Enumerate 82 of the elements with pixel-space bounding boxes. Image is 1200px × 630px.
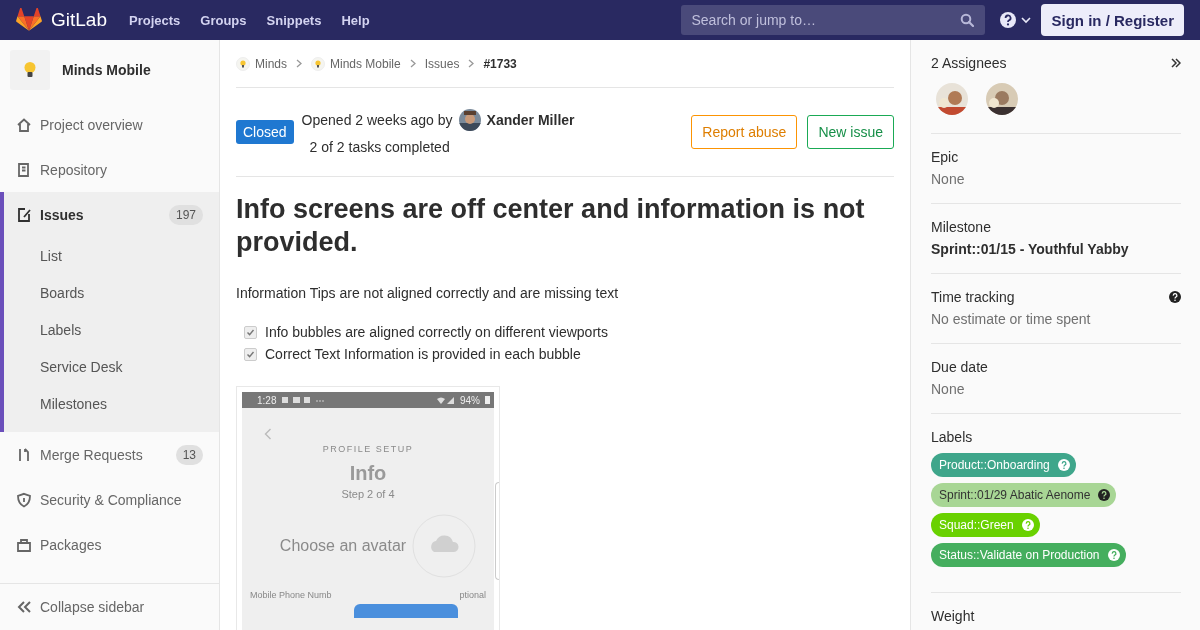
sidebar-item[interactable]: Packages — [0, 522, 219, 567]
phone-step: Step 2 of 4 — [341, 488, 395, 500]
assignees-title: 2 Assignees — [931, 55, 1007, 71]
brand-link[interactable]: GitLab — [51, 9, 107, 31]
section-title: Weight — [931, 608, 975, 624]
breadcrumb-link[interactable]: Minds — [255, 56, 287, 71]
section-value: No estimate or time spent — [931, 311, 1092, 327]
task-text: Correct Text Information is provided in each bubble — [265, 346, 581, 362]
merge-icon — [16, 446, 32, 463]
clock-text: 1:28 — [257, 394, 277, 406]
phone-heading: Info — [349, 462, 387, 485]
status-badge: Closed — [236, 120, 294, 144]
help-icon[interactable] — [1169, 291, 1181, 303]
help-icon[interactable] — [1098, 489, 1111, 501]
opened-text: Opened 2 weeks ago by — [301, 112, 453, 128]
section-title: Due date — [931, 359, 988, 375]
help-dropdown[interactable] — [999, 11, 1034, 29]
sidebar-item[interactable]: Repository — [0, 147, 219, 192]
section-title: Milestone — [931, 219, 991, 235]
section-value: None — [931, 381, 966, 397]
search-icon — [960, 13, 975, 27]
search-field[interactable]: Search or jump to… — [681, 5, 986, 35]
bulb-avatar-icon — [10, 50, 50, 90]
check-icon — [246, 327, 255, 337]
shield-icon — [16, 491, 32, 508]
milestone-link[interactable]: Sprint::01/15 - Youthful Yabby — [931, 241, 1181, 257]
sidebar-subitem[interactable]: Labels — [0, 311, 219, 348]
sidebar-item[interactable]: Issues 197 — [0, 192, 219, 237]
chevron-icon — [409, 59, 416, 68]
phone-eyebrow: PROFILE SETUP — [322, 444, 414, 454]
nav-link[interactable]: Snippets — [266, 12, 322, 28]
task-text: Info bubbles are aligned correctly on different viewports — [265, 324, 608, 340]
issue-description: Information Tips are not aligned correctly and are missing text — [236, 285, 620, 301]
issue-icon — [16, 206, 32, 223]
nav-link[interactable]: Groups — [200, 12, 247, 28]
new-issue-button[interactable]: New issue — [807, 115, 894, 149]
bulb-avatar-icon — [311, 56, 325, 71]
check-icon — [246, 349, 255, 359]
attached-screenshot[interactable]: 1:28 94% PROFILE SETUP Info Step 2 of 4 Choose an avatar Mobile Phone Numb ptional — [236, 386, 500, 630]
notification-icons — [281, 396, 326, 404]
signal-icon — [437, 396, 455, 404]
project-name[interactable]: Minds Mobile — [62, 62, 151, 78]
sign-in-button[interactable]: Sign in / Register — [1041, 4, 1184, 36]
nav-link[interactable]: Help — [341, 12, 370, 28]
book-icon — [16, 161, 32, 178]
phone-field-hint: ptional — [459, 590, 486, 600]
label-tag[interactable]: Sprint::01/29 Abatic Aenome — [931, 483, 1117, 507]
task-checkbox[interactable] — [244, 325, 257, 339]
count-badge: 197 — [168, 204, 203, 225]
chevron-icon — [296, 59, 302, 68]
fox-logo-icon[interactable] — [16, 8, 42, 32]
home-icon — [16, 116, 32, 133]
battery-icon — [485, 396, 490, 404]
breadcrumb-current[interactable]: #1733 — [483, 56, 517, 71]
breadcrumb-link[interactable]: Issues — [424, 56, 460, 71]
double-chevron-icon — [16, 600, 32, 614]
task-checkbox[interactable] — [244, 347, 257, 361]
sidebar-item[interactable]: Security & Compliance — [0, 477, 219, 522]
sidebar-subitem[interactable]: Boards — [0, 274, 219, 311]
sidebar-subitem[interactable]: Milestones — [0, 385, 219, 422]
sidebar-subitem[interactable]: List — [0, 237, 219, 274]
phone-field-label: Mobile Phone Numb — [250, 590, 332, 600]
sidebar-item[interactable]: Project overview — [0, 102, 219, 147]
issue-title: Info screens are off center and information is not provided. — [236, 193, 866, 259]
chevron-icon — [468, 59, 475, 68]
nav-link[interactable]: Projects — [129, 12, 181, 28]
section-title: Time tracking — [931, 289, 1015, 305]
bulb-avatar-icon — [236, 56, 250, 71]
section-title: Labels — [931, 429, 973, 445]
battery-text: 94% — [460, 394, 480, 406]
tasks-summary: 2 of 2 tasks completed — [308, 139, 451, 155]
sidebar-item[interactable]: Merge Requests 13 — [0, 432, 219, 477]
count-badge: 13 — [175, 444, 203, 465]
package-icon — [16, 536, 32, 553]
section-title: Epic — [931, 149, 959, 165]
phone-avatar-prompt: Choose an avatar — [279, 537, 407, 555]
expand-icon[interactable] — [1171, 58, 1181, 68]
author-link[interactable]: Xander Miller — [486, 112, 575, 128]
section-value: None — [931, 171, 966, 187]
breadcrumb-link[interactable]: Minds Mobile — [330, 56, 401, 71]
sidebar-subitem[interactable]: Service Desk — [0, 348, 219, 385]
upload-cloud-icon — [412, 514, 477, 578]
